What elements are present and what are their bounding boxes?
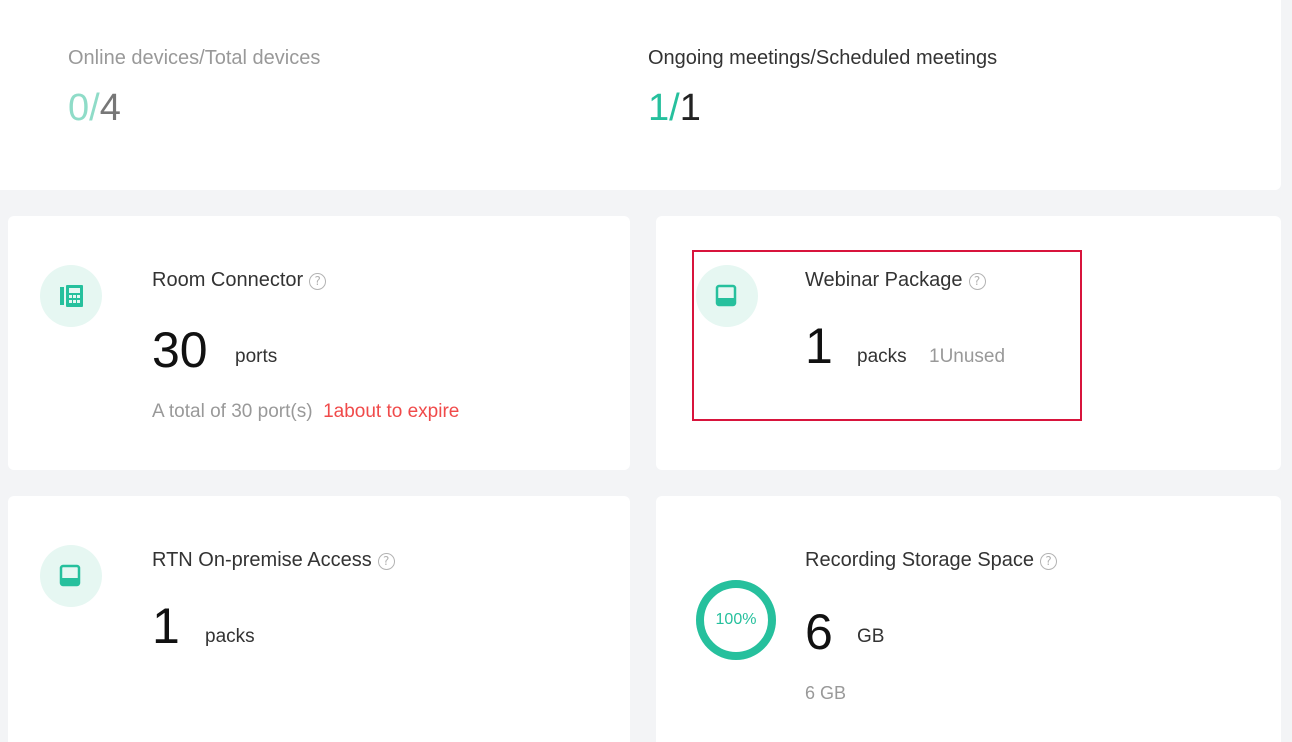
recording-storage-title-text: Recording Storage Space	[805, 549, 1035, 571]
help-icon[interactable]: ?	[309, 273, 327, 290]
total-devices-count: 4	[99, 87, 121, 129]
overview-card: Online devices/Total devices 0/4 Ongoing…	[0, 0, 1281, 190]
room-connector-title-text: Room Connector	[152, 269, 304, 291]
room-connector-title: Room Connector?	[152, 268, 327, 292]
help-icon[interactable]: ?	[1040, 553, 1058, 570]
storage-percent-label: 100%	[715, 611, 757, 628]
room-connector-value: 30	[152, 322, 208, 378]
devices-separator: /	[89, 87, 100, 129]
recording-storage-value: 6	[805, 604, 833, 660]
meetings-separator: /	[669, 87, 680, 129]
room-connector-unit: ports	[235, 346, 278, 367]
meetings-stat[interactable]: 1/1	[648, 86, 701, 130]
rtn-access-value: 1	[152, 598, 180, 654]
devices-stat[interactable]: 0/4	[68, 86, 121, 130]
rtn-access-unit: packs	[205, 626, 255, 647]
expiry-warning-link[interactable]: 1about to expire	[323, 401, 459, 422]
phone-grid-icon	[40, 265, 102, 327]
help-icon[interactable]: ?	[377, 553, 395, 570]
scheduled-meetings-count: 1	[679, 87, 701, 129]
room-connector-detail: A total of 30 port(s) 1about to expire	[152, 401, 459, 423]
ports-total-text: A total of 30 port(s)	[152, 401, 313, 422]
devices-label: Online devices/Total devices	[68, 47, 321, 69]
room-connector-card	[8, 216, 630, 470]
ongoing-meetings-count: 1	[648, 87, 670, 129]
rtn-access-title-text: RTN On-premise Access	[152, 549, 372, 571]
meetings-label: Ongoing meetings/Scheduled meetings	[648, 47, 998, 69]
recording-storage-unit: GB	[857, 626, 885, 647]
package-icon	[40, 545, 102, 607]
online-devices-count: 0	[68, 87, 90, 129]
recording-storage-title: Recording Storage Space?	[805, 548, 1058, 572]
dashboard: Online devices/Total devices 0/4 Ongoing…	[0, 0, 1292, 742]
rtn-access-title: RTN On-premise Access?	[152, 548, 395, 572]
rtn-access-card	[8, 496, 630, 742]
recording-storage-total: 6 GB	[805, 683, 847, 703]
highlight-box	[692, 250, 1082, 421]
